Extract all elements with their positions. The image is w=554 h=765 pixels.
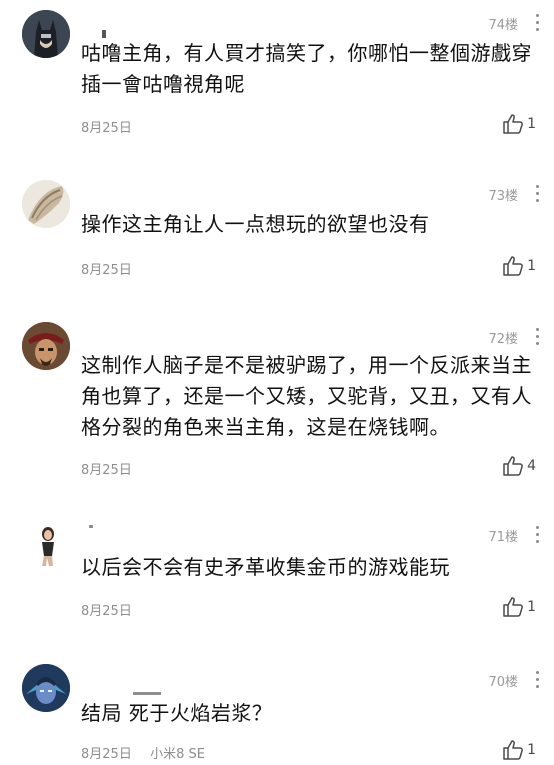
more-dot <box>536 14 539 17</box>
comment-date: 8月25日 小米8 SE <box>81 743 205 762</box>
floor-number: 71楼 <box>488 530 518 545</box>
pirate-avatar-icon <box>22 322 70 370</box>
more-options-button[interactable] <box>536 526 540 544</box>
comment-item: 74楼 咕噜主角，有人買才搞笑了，你哪怕一整個游戲穿插一會咕噜視角呢 8月25日… <box>0 0 554 160</box>
like-button[interactable]: 1 <box>501 738 536 762</box>
more-dot <box>536 671 539 674</box>
comment-date: 8月25日 <box>81 604 132 619</box>
more-dot <box>536 185 539 188</box>
comment-date-text: 8月25日 <box>81 747 132 762</box>
avatar[interactable] <box>22 10 70 58</box>
more-dot <box>536 199 539 202</box>
like-button[interactable]: 1 <box>501 254 536 278</box>
comment-date: 8月25日 <box>81 263 132 278</box>
girl-figure-avatar-icon <box>22 520 70 568</box>
more-options-button[interactable] <box>536 671 540 689</box>
beige-object-avatar-icon <box>22 180 70 228</box>
comment-text: 咕噜主角，有人買才搞笑了，你哪怕一整個游戲穿插一會咕噜視角呢 <box>81 41 532 96</box>
comment-date: 8月25日 <box>81 463 132 478</box>
dark-knight-avatar-icon <box>22 10 70 58</box>
more-dot <box>536 678 539 681</box>
like-count: 1 <box>527 599 536 615</box>
comment-item: 73楼 操作这主角让人一点想玩的欲望也没有 8月25日 1 <box>0 160 554 302</box>
avatar[interactable] <box>22 180 70 228</box>
more-options-button[interactable] <box>536 328 540 346</box>
avatar[interactable] <box>22 664 70 712</box>
comment-item: 71楼 以后会不会有史矛革收集金币的游戏能玩 8月25日 1 <box>0 500 554 642</box>
more-dot <box>536 28 539 31</box>
thumbs-up-icon <box>503 597 523 617</box>
like-count: 1 <box>527 116 536 132</box>
more-dot <box>536 533 539 536</box>
more-dot <box>536 685 539 688</box>
avatar[interactable] <box>22 520 70 568</box>
more-dot <box>536 192 539 195</box>
username-placeholder[interactable] <box>89 525 93 528</box>
comment-item: 70楼 结局 死于火焰岩浆？ 8月25日 小米8 SE 1 <box>0 642 554 765</box>
more-dot <box>536 540 539 543</box>
avatar[interactable] <box>22 322 70 370</box>
comment-text: 结局 死于火焰岩浆？ <box>81 701 273 725</box>
like-button[interactable]: 1 <box>501 595 536 619</box>
like-count: 1 <box>527 742 536 758</box>
comment-item: 72楼 这制作人脑子是不是被驴踢了，用一个反派来当主角也算了，还是一个又矮，又驼… <box>0 302 554 500</box>
comment-text: 这制作人脑子是不是被驴踢了，用一个反派来当主角也算了，还是一个又矮，又驼背，又丑… <box>81 353 532 439</box>
like-button[interactable]: 1 <box>501 112 536 136</box>
comment-date: 8月25日 <box>81 121 132 136</box>
floor-number: 73楼 <box>488 189 518 204</box>
floor-number: 74楼 <box>488 18 518 33</box>
like-count: 4 <box>527 458 536 474</box>
elf-avatar-icon <box>22 664 70 712</box>
more-dot <box>536 335 539 338</box>
more-dot <box>536 526 539 529</box>
thumbs-up-icon <box>503 256 523 276</box>
more-dot <box>536 21 539 24</box>
thumbs-up-icon <box>503 456 523 476</box>
username-placeholder[interactable] <box>133 692 161 695</box>
comment-text: 操作这主角让人一点想玩的欲望也没有 <box>81 212 430 236</box>
like-count: 1 <box>527 258 536 274</box>
floor-number: 70楼 <box>488 675 518 690</box>
device-label: 小米8 SE <box>150 747 205 762</box>
more-options-button[interactable] <box>536 14 540 32</box>
thumbs-up-icon <box>503 114 523 134</box>
floor-number: 72楼 <box>488 332 518 347</box>
more-dot <box>536 342 539 345</box>
more-dot <box>536 328 539 331</box>
comment-text: 以后会不会有史矛革收集金币的游戏能玩 <box>81 555 450 579</box>
like-button[interactable]: 4 <box>501 454 536 478</box>
username-placeholder[interactable] <box>102 30 106 38</box>
thumbs-up-icon <box>503 740 523 760</box>
more-options-button[interactable] <box>536 185 540 203</box>
